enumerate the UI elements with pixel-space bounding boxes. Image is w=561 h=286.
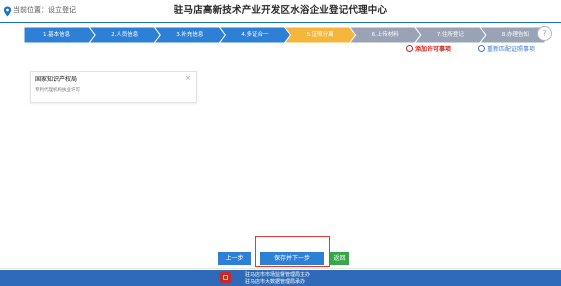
step-label-8[interactable]: 8.办理告知 (486, 27, 545, 43)
close-icon[interactable]: × (185, 74, 191, 83)
permit-card: 国家知识产权局 专利代理机构执业许可 × (30, 71, 197, 103)
add-permit-label: 添加许可事项 (415, 46, 452, 53)
emblem-logo (220, 272, 231, 283)
refresh-icon (478, 45, 485, 52)
step-progress-bar: 1.基本信息 2.人员信息 3.补充信息 4.多证合一 5.证照分离 6.上传材料 7.住所… (24, 27, 545, 43)
step-label-4[interactable]: 4.多证合一 (225, 27, 284, 43)
header-divider (0, 22, 561, 23)
refresh-permit-label: 重新匹配证照事项 (487, 46, 536, 53)
add-permit-link[interactable]: 添加许可事项 (406, 45, 451, 54)
step-label-1[interactable]: 1.基本信息 (24, 27, 89, 43)
permit-card-subtitle: 专利代理机构执业许可 (35, 88, 80, 93)
question-circle-icon[interactable]: ? (537, 26, 552, 41)
top-bar: 当前位置：设立登记 驻马店高新技术产业开发区水浴企业登记代理中心 (0, 0, 561, 22)
page-title: 驻马店高新技术产业开发区水浴企业登记代理中心 (173, 5, 388, 16)
prev-step-button[interactable]: 上一步 (218, 252, 251, 265)
refresh-permit-link[interactable]: 重新匹配证照事项 (478, 45, 535, 54)
step-label-2[interactable]: 2.人员信息 (95, 27, 154, 43)
step-label-3[interactable]: 3.补充信息 (160, 27, 219, 43)
footer-host-text: 驻马店市市场监督管理局主办 (245, 272, 311, 278)
footer-organizer-text: 驻马店市大数据管理局承办 (245, 279, 306, 285)
step-label-5[interactable]: 5.证照分离 (291, 27, 350, 43)
step-label-6[interactable]: 6.上传材料 (356, 27, 415, 43)
permit-card-title: 国家知识产权局 (35, 76, 78, 83)
footer-divider (0, 268, 561, 269)
plus-circle-icon (406, 45, 413, 52)
back-button[interactable]: 返回 (330, 252, 349, 265)
step-label-7[interactable]: 7.住所登记 (421, 27, 480, 43)
save-next-button[interactable]: 保存并下一步 (260, 252, 324, 265)
